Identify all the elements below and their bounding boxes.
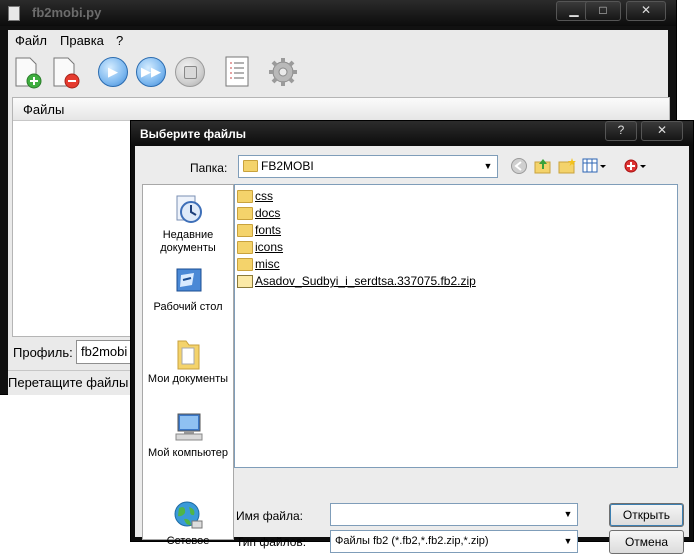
status-text: Перетащите файлы [8,375,129,390]
file-name: Asadov_Sudbyi_i_serdtsa.337075.fb2.zip [255,274,476,288]
folder-icon [237,241,253,254]
place-recent-documents[interactable]: Недавние документы [143,193,233,255]
menu-bar: Файл Правка ? [8,30,668,52]
folder-label: Папка: [190,161,228,175]
toolbar: ▶ ▶▶ [8,52,668,94]
add-file-icon[interactable] [12,56,44,89]
open-button[interactable]: Открыть [609,503,684,527]
menu-file[interactable]: Файл [15,33,47,48]
folder-icon [237,190,253,203]
file-name: docs [255,206,281,220]
desktop-icon [172,265,204,297]
remove-file-icon[interactable] [50,56,82,89]
file-list[interactable]: css docs fonts icons misc Asadov_Sudbyi_… [234,184,678,468]
view-menu-icon[interactable] [582,157,608,175]
gear-icon[interactable] [267,56,299,88]
document-log-icon[interactable] [222,56,254,88]
folder-icon [237,258,253,271]
folder-value: FB2MOBI [261,159,314,173]
file-name: css [255,189,273,203]
fast-forward-icon[interactable]: ▶▶ [136,57,166,87]
folder-icon [243,160,258,172]
zip-archive-icon [237,275,253,288]
profile-label: Профиль: [13,345,73,360]
file-name: icons [255,240,284,254]
network-icon [172,499,204,531]
dialog-title: Выберите файлы [140,127,247,141]
filename-input[interactable]: ▼ [330,503,578,526]
play-icon[interactable]: ▶ [98,57,128,87]
place-label: Мои документы [147,373,229,385]
menu-help[interactable]: ? [116,33,123,48]
files-column-header[interactable]: Файлы [13,98,669,121]
file-name: misc [255,257,280,271]
place-label: Рабочий стол [153,301,223,313]
place-desktop[interactable]: Рабочий стол [143,265,233,314]
close-button[interactable]: ✕ [626,1,666,21]
chevron-down-icon[interactable]: ▼ [561,533,575,549]
dialog-help-button[interactable]: ? [605,121,637,141]
filetype-label: Тип файлов: [236,535,307,549]
place-label: Мой компьютер [147,447,229,459]
dialog-body: Папка: FB2MOBI ▼ Недавние документы Рабо… [135,146,689,554]
folder-icon [237,207,253,220]
filetype-value: Файлы fb2 (*.fb2,*.fb2.zip,*.zip) [335,535,489,547]
my-documents-icon [172,337,204,370]
place-my-computer[interactable]: Мой компьютер [143,411,233,460]
cancel-button[interactable]: Отмена [609,530,684,554]
menu-edit[interactable]: Правка [60,33,104,48]
recent-documents-icon [172,193,204,225]
filename-label: Имя файла: [236,509,303,523]
file-name: fonts [255,223,282,237]
new-folder-icon[interactable] [558,157,576,175]
dialog-title-bar[interactable]: Выберите файлы ? ✕ [131,121,693,145]
place-network[interactable]: Сетевое [143,499,233,548]
places-bar: Недавние документы Рабочий стол Мои доку… [142,184,234,547]
folder-combobox[interactable]: FB2MOBI ▼ [238,155,498,178]
dialog-close-button[interactable]: ✕ [641,121,683,141]
chevron-down-icon[interactable]: ▼ [561,506,575,522]
up-folder-icon[interactable] [534,157,552,175]
maximize-button[interactable]: □ [585,1,621,21]
place-label: Недавние документы [160,229,216,254]
my-computer-icon [172,411,204,443]
app-icon [8,6,20,21]
file-open-dialog: Выберите файлы ? ✕ Папка: FB2MOBI ▼ Неда… [130,120,694,554]
place-my-documents[interactable]: Мои документы [143,337,233,386]
files-header-label: Файлы [23,102,65,117]
chevron-down-icon[interactable]: ▼ [481,158,495,174]
tools-menu-icon[interactable] [623,157,649,175]
back-icon[interactable] [510,157,528,175]
stop-icon[interactable] [175,57,205,87]
main-window-title: fb2mobi.py [32,5,102,20]
folder-icon [237,224,253,237]
main-title-bar[interactable]: fb2mobi.py ▁ □ ✕ [0,0,676,26]
